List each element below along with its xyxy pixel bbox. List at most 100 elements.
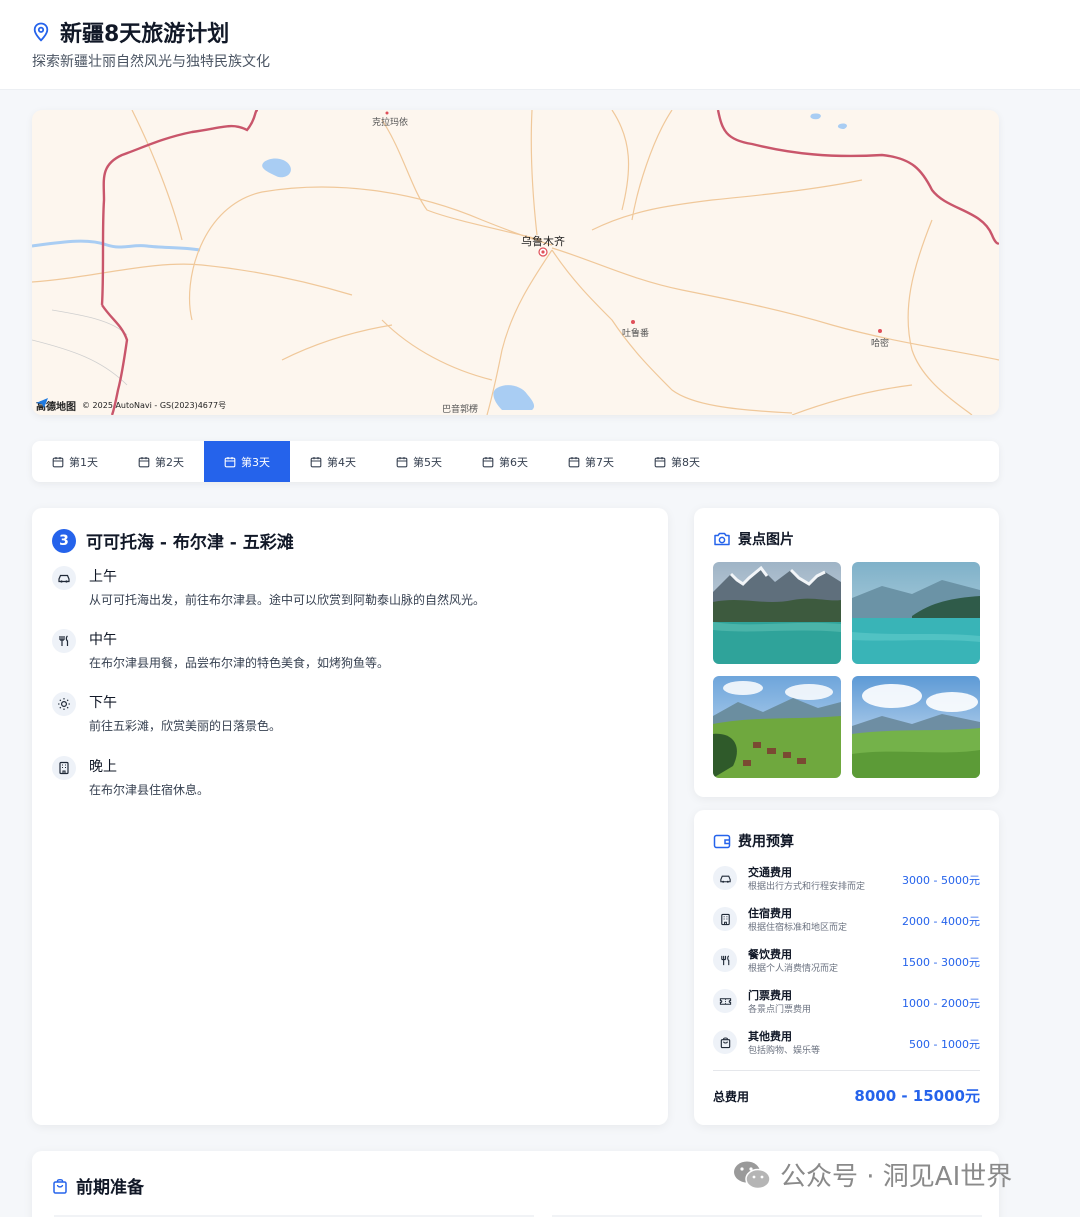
- calendar-icon: [568, 456, 580, 467]
- budget-divider: [713, 1070, 980, 1071]
- budget-item-value: 500 - 1000元: [909, 1038, 980, 1051]
- route-map[interactable]: 克拉玛依 乌鲁木齐 吐鲁番 哈密 巴音郭楞 高德地图 © 2025 AutoNa…: [32, 110, 999, 415]
- car-icon: [713, 866, 737, 890]
- tab-day-4[interactable]: 第4天: [290, 441, 376, 482]
- photos-title: 景点图片: [738, 532, 794, 548]
- ticket-icon: [713, 989, 737, 1013]
- utensils-icon: [713, 948, 737, 972]
- budget-item-name: 餐饮费用: [748, 948, 792, 961]
- budget-item-value: 1500 - 3000元: [902, 956, 980, 969]
- tab-day-6[interactable]: 第6天: [462, 441, 548, 482]
- shopping-bag-icon: [53, 1178, 67, 1194]
- tab-label: 第5天: [413, 455, 442, 469]
- camera-icon: [714, 532, 730, 546]
- budget-card: 费用预算 交通费用 根据出行方式和行程安排而定 3000 - 5000元 住宿费…: [694, 810, 999, 1125]
- calendar-icon: [482, 456, 494, 467]
- tab-day-1[interactable]: 第1天: [32, 441, 118, 482]
- day-number-badge: 3: [52, 528, 76, 553]
- page-header: 新疆8天旅游计划 探索新疆壮丽自然风光与独特民族文化: [0, 0, 1080, 90]
- watermark-text: 公众号 · 洞见AI世界: [780, 1162, 1013, 1192]
- turquoise-lake-photo[interactable]: [852, 562, 980, 664]
- hotel-icon: [52, 756, 76, 780]
- map-pin-icon: [33, 22, 49, 42]
- shopping-bag-icon: [713, 1030, 737, 1054]
- budget-item-value: 3000 - 5000元: [902, 874, 980, 887]
- budget-title: 费用预算: [738, 834, 794, 850]
- map-lake: [837, 123, 847, 129]
- tab-day-5[interactable]: 第5天: [376, 441, 462, 482]
- budget-item-name: 住宿费用: [748, 907, 792, 920]
- map-border-line: [716, 110, 999, 245]
- wechat-watermark: 公众号 · 洞见AI世界: [732, 1156, 1012, 1193]
- map-river: [32, 239, 201, 252]
- map-credit: 高德地图 © 2025 AutoNavi - GS(2023)4677号: [36, 398, 226, 413]
- budget-row-tickets: 门票费用 各景点门票费用 1000 - 2000元: [713, 987, 980, 1017]
- tab-label: 第8天: [671, 455, 700, 469]
- tab-day-7[interactable]: 第7天: [548, 441, 634, 482]
- photos-title-row: 景点图片: [713, 529, 794, 549]
- page-subtitle: 探索新疆壮丽自然风光与独特民族文化: [32, 54, 270, 70]
- day-title: 可可托海 - 布尔津 - 五彩滩: [86, 533, 294, 553]
- budget-title-row: 费用预算: [713, 831, 794, 851]
- calendar-icon: [396, 456, 408, 467]
- map-canvas: [32, 110, 999, 415]
- activity-description: 在布尔津县住宿休息。: [89, 783, 210, 797]
- budget-item-note: 根据个人消费情况而定: [748, 964, 839, 974]
- prep-title: 前期准备: [76, 1178, 144, 1198]
- tab-label: 第1天: [69, 455, 98, 469]
- activity-description: 在布尔津县用餐，品尝布尔津的特色美食，如烤狗鱼等。: [89, 656, 390, 670]
- village-meadow-photo[interactable]: [713, 676, 841, 778]
- calendar-icon: [654, 456, 666, 467]
- page-title: 新疆8天旅游计划: [60, 22, 230, 47]
- photos-card: 景点图片: [694, 508, 999, 797]
- day-tabs: 第1天 第2天 第3天 第4天 第5天 第6天 第7天 第8天: [32, 441, 999, 482]
- grassland-photo[interactable]: [852, 676, 980, 778]
- turpan-marker: [631, 320, 635, 324]
- budget-item-note: 根据出行方式和行程安排而定: [748, 882, 866, 892]
- budget-row-food: 餐饮费用 根据个人消费情况而定 1500 - 3000元: [713, 946, 980, 976]
- map-border-line: [100, 110, 259, 306]
- map-copyright: © 2025 AutoNavi - GS(2023)4677号: [82, 401, 227, 410]
- map-lake: [493, 385, 535, 410]
- budget-total-label: 总费用: [713, 1090, 750, 1104]
- tab-label: 第6天: [499, 455, 528, 469]
- budget-item-note: 根据住宿标准和地区而定: [748, 923, 848, 933]
- tab-label: 第7天: [585, 455, 614, 469]
- activity-time: 上午: [89, 569, 117, 585]
- wallet-icon: [713, 834, 731, 849]
- budget-row-transport: 交通费用 根据出行方式和行程安排而定 3000 - 5000元: [713, 864, 980, 894]
- budget-row-other: 其他费用 包括购物、娱乐等 500 - 1000元: [713, 1028, 980, 1058]
- utensils-icon: [52, 629, 76, 653]
- hotel-icon: [713, 907, 737, 931]
- tab-day-2[interactable]: 第2天: [118, 441, 204, 482]
- budget-item-value: 1000 - 2000元: [902, 997, 980, 1010]
- map-label-urumqi: 乌鲁木齐: [521, 235, 565, 248]
- budget-item-value: 2000 - 4000元: [902, 915, 980, 928]
- wechat-icon: [734, 1161, 771, 1189]
- budget-item-name: 交通费用: [748, 866, 792, 879]
- activity-time: 中午: [89, 632, 117, 648]
- tab-label: 第2天: [155, 455, 184, 469]
- amap-logo-icon: [36, 398, 48, 408]
- title-row: 新疆8天旅游计划: [32, 16, 229, 48]
- map-label-karamay: 克拉玛依: [372, 118, 409, 128]
- sun-icon: [52, 692, 76, 716]
- tab-day-3[interactable]: 第3天: [204, 441, 290, 482]
- map-label-hami: 哈密: [871, 339, 890, 349]
- activity-time: 晚上: [89, 759, 117, 775]
- map-lake: [810, 113, 821, 120]
- tab-label: 第4天: [327, 455, 356, 469]
- tab-day-8[interactable]: 第8天: [634, 441, 720, 482]
- budget-item-name: 门票费用: [748, 989, 792, 1002]
- calendar-icon: [310, 456, 322, 467]
- activity-description: 从可可托海出发，前往布尔津县。途中可以欣赏到阿勒泰山脉的自然风光。: [89, 593, 486, 607]
- prep-title-row: 前期准备: [51, 1173, 144, 1198]
- tab-label: 第3天: [241, 455, 270, 469]
- hami-marker: [878, 329, 882, 333]
- calendar-icon: [52, 456, 64, 467]
- calendar-icon: [224, 456, 236, 467]
- budget-row-lodging: 住宿费用 根据住宿标准和地区而定 2000 - 4000元: [713, 905, 980, 935]
- map-label-bayinguoleng: 巴音郭楞: [442, 405, 479, 415]
- mountain-lake-photo[interactable]: [713, 562, 841, 664]
- map-lake: [262, 158, 291, 178]
